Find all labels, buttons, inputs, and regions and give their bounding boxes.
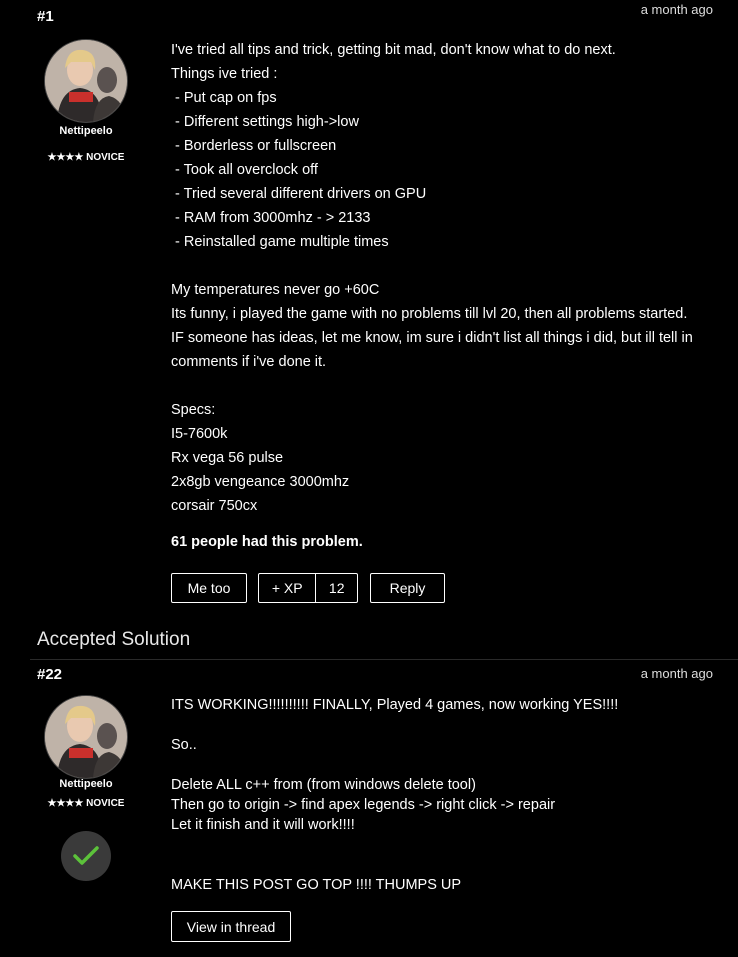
post-line: My temperatures never go +60C	[171, 282, 380, 298]
check-icon	[73, 846, 99, 865]
post-line: I've tried all tips and trick, getting b…	[171, 42, 616, 58]
rank-badge: ★★★★ NOVICE	[47, 798, 125, 809]
post-line: So..	[171, 737, 197, 753]
post-line: - Took all overclock off	[171, 162, 318, 178]
post-line: - RAM from 3000mhz - > 2133	[171, 210, 371, 226]
post-line: IF someone has ideas, let me know, im su…	[171, 330, 693, 346]
post-line: - Borderless or fullscreen	[171, 138, 337, 154]
avatar-image	[45, 40, 127, 122]
accepted-solution-title: Accepted Solution	[37, 629, 191, 650]
xp-button-group: + XP 12	[258, 573, 358, 603]
post-line: Let it finish and it will work!!!!	[171, 817, 355, 833]
post-line: - Put cap on fps	[171, 90, 277, 106]
post-body: I've tried all tips and trick, getting b…	[171, 38, 721, 518]
post-line: corsair 750cx	[171, 498, 258, 514]
avatar[interactable]	[44, 39, 128, 123]
post-line: Rx vega 56 pulse	[171, 450, 284, 466]
avatar-image	[45, 696, 127, 778]
rank-badge: ★★★★ NOVICE	[47, 152, 125, 163]
solution-body: ITS WORKING!!!!!!!!!! FINALLY, Played 4 …	[171, 695, 721, 895]
divider	[30, 659, 738, 660]
post-line: - Different settings high->low	[171, 114, 359, 130]
post-line	[171, 254, 721, 278]
post-line: - Reinstalled game multiple times	[171, 234, 389, 250]
post-time: a month ago	[640, 2, 713, 17]
post-line: Things ive tried :	[171, 66, 278, 82]
post-number: #1	[37, 8, 54, 25]
avatar[interactable]	[44, 695, 128, 779]
post-time: a month ago	[640, 666, 713, 681]
reply-button[interactable]: Reply	[370, 573, 445, 603]
post-line: MAKE THIS POST GO TOP !!!! THUMPS UP	[171, 877, 462, 893]
xp-count: 12	[328, 580, 345, 596]
post-line: Specs:	[171, 402, 216, 418]
me-too-button[interactable]: Me too	[171, 573, 247, 603]
view-in-thread-button[interactable]: View in thread	[171, 911, 291, 942]
post-line: - Tried several different drivers on GPU	[171, 186, 427, 202]
xp-button[interactable]: + XP	[259, 574, 317, 602]
post-line	[171, 715, 721, 735]
post-line	[171, 374, 721, 398]
post-line: 2x8gb vengeance 3000mhz	[171, 474, 350, 490]
problem-count: 61 people had this problem.	[171, 534, 363, 550]
post-line: ITS WORKING!!!!!!!!!! FINALLY, Played 4 …	[171, 697, 619, 713]
post-line	[171, 755, 721, 775]
post-line: I5-7600k	[171, 426, 228, 442]
accepted-badge	[61, 831, 111, 881]
username[interactable]: Nettipeelo	[36, 125, 136, 137]
post-line	[171, 855, 721, 875]
post-line: comments if i've done it.	[171, 354, 327, 370]
post-line: Its funny, i played the game with no pro…	[171, 306, 688, 322]
post-number: #22	[37, 666, 63, 683]
post-line: Then go to origin -> find apex legends -…	[171, 797, 556, 813]
post-line: Delete ALL c++ from (from windows delete…	[171, 777, 476, 793]
post-line	[171, 835, 721, 855]
username[interactable]: Nettipeelo	[36, 778, 136, 790]
